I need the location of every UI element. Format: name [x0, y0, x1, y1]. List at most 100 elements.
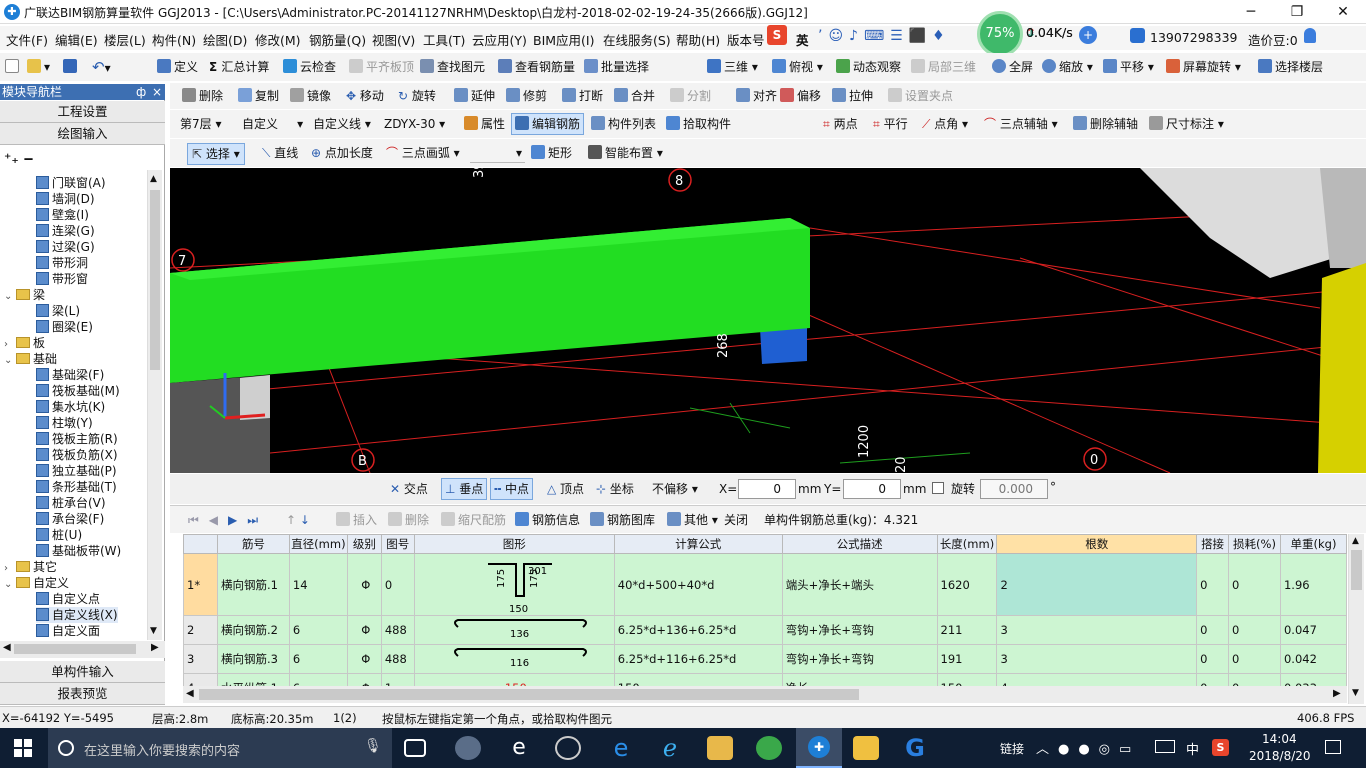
- snap-coordinate-toggle[interactable]: ⊹ 坐标: [596, 480, 634, 498]
- tree-item[interactable]: › 其它: [4, 559, 57, 575]
- point-length-button[interactable]: ⊕ 点加长度: [311, 144, 373, 162]
- tree-item[interactable]: 连梁(G): [36, 223, 95, 239]
- single-component-input-button[interactable]: 单构件输入: [0, 661, 165, 683]
- file-explorer-icon[interactable]: [707, 736, 733, 760]
- cell-figure-no[interactable]: 488: [380, 644, 415, 674]
- ggj-app-taskbar-button[interactable]: ✚: [796, 728, 842, 768]
- collapse-chevron-icon[interactable]: ⌄: [4, 289, 16, 305]
- rotate-button[interactable]: ↻ 旋转: [398, 87, 436, 105]
- cell-formula[interactable]: 6.25*d+116+6.25*d: [613, 644, 783, 674]
- 3d-viewport[interactable]: 39 8 7 268 1200 B 0 20: [170, 168, 1366, 473]
- undo-icon[interactable]: ↶▾: [92, 58, 111, 77]
- cell-description[interactable]: 弯钩+净长+弯钩: [781, 615, 938, 645]
- cell-unit-weight[interactable]: 1.96: [1279, 553, 1347, 616]
- cell-length[interactable]: 1620: [936, 553, 998, 616]
- delete-axis-button[interactable]: 删除辅轴: [1073, 115, 1138, 133]
- menu-rebar[interactable]: 钢筋量(Q): [309, 30, 366, 49]
- cell-diameter[interactable]: 6: [288, 673, 348, 686]
- notes-app-icon[interactable]: [853, 736, 879, 760]
- cell-diameter[interactable]: 6: [288, 615, 348, 645]
- menu-bim[interactable]: BIM应用(I): [533, 30, 595, 49]
- col-header-loss[interactable]: 损耗(%): [1228, 534, 1281, 554]
- system-tray-icons[interactable]: ︿●●◎▭: [1036, 738, 1140, 757]
- tree-item[interactable]: ⌄ 基础: [4, 351, 57, 367]
- beam-element[interactable]: [170, 218, 810, 383]
- define-button[interactable]: 定义: [157, 58, 198, 76]
- snap-vertex-toggle[interactable]: △ 顶点: [547, 480, 584, 498]
- panel-close-icon[interactable]: ×: [152, 84, 162, 100]
- row-number[interactable]: 3: [183, 644, 218, 674]
- menu-help[interactable]: 帮助(H): [676, 30, 720, 49]
- cell-shape[interactable]: 175 175 301 150: [413, 553, 615, 616]
- tree-item[interactable]: 柱墩(Y): [36, 415, 93, 431]
- set-grip-button[interactable]: 设置夹点: [888, 87, 953, 105]
- collapse-chevron-icon[interactable]: ⌄: [4, 353, 16, 369]
- tree-scrollbar[interactable]: ▲ ▼: [147, 170, 162, 640]
- tree-item[interactable]: 桩承台(V): [36, 495, 106, 511]
- table-row[interactable]: 2 横向钢筋.2 6 Φ 488 136 6.25*d+136+6.25*d 弯…: [183, 615, 1347, 645]
- cell-length[interactable]: 150: [936, 673, 998, 686]
- notification-bell-icon[interactable]: [1304, 28, 1316, 43]
- stretch-button[interactable]: 拉伸: [832, 87, 873, 105]
- table-row[interactable]: 4 水平纵筋.1 6 Φ 1 150 150 净长 150 4 0 0 0.03…: [183, 673, 1347, 686]
- menu-floor[interactable]: 楼层(L): [104, 30, 146, 49]
- col-header-length[interactable]: 长度(mm): [936, 534, 998, 554]
- col-header-formula[interactable]: 计算公式: [613, 534, 783, 554]
- expand-collapse-icon[interactable]: ⁺₊ ‒: [4, 151, 33, 167]
- cell-formula[interactable]: 6.25*d+136+6.25*d: [613, 615, 783, 645]
- local-3d-button[interactable]: 局部三维: [911, 58, 976, 76]
- tree-item[interactable]: 条形基础(T): [36, 479, 117, 495]
- clock-date[interactable]: 2018/8/20: [1249, 749, 1311, 763]
- tree-item[interactable]: 桩(U): [36, 527, 82, 543]
- cell-count[interactable]: 4: [996, 673, 1198, 686]
- select-tool-button[interactable]: ⇱ 选择 ▾: [187, 143, 245, 165]
- move-row-icons[interactable]: ↑ ↓: [286, 511, 310, 529]
- extend-button[interactable]: 延伸: [454, 87, 495, 105]
- cell-loss[interactable]: 0: [1228, 615, 1281, 645]
- cell-loss[interactable]: 0: [1228, 644, 1281, 674]
- cell-length[interactable]: 191: [936, 644, 998, 674]
- cell-grade[interactable]: Φ: [346, 673, 382, 686]
- tree-item[interactable]: › 板: [4, 335, 45, 351]
- tree-scroll-thumb[interactable]: [150, 190, 160, 370]
- cell-unit-weight[interactable]: 0.047: [1279, 615, 1347, 645]
- edit-rebar-button[interactable]: 编辑钢筋: [511, 113, 585, 135]
- cell-bar-no[interactable]: 水平纵筋.1: [216, 673, 290, 686]
- cell-lap[interactable]: 0: [1196, 553, 1230, 616]
- menu-modify[interactable]: 修改(M): [255, 30, 301, 49]
- zoom-button[interactable]: 缩放 ▾: [1042, 58, 1093, 76]
- price-bean[interactable]: 造价豆:0: [1248, 30, 1298, 49]
- snap-intersection-toggle[interactable]: ✕ 交点: [390, 480, 428, 498]
- col-header-diameter[interactable]: 直径(mm): [288, 534, 348, 554]
- cell-shape[interactable]: 150: [413, 673, 615, 686]
- sogou-ime-icon[interactable]: S: [767, 25, 787, 45]
- mirror-button[interactable]: 镜像: [290, 87, 331, 105]
- cell-count[interactable]: 2: [996, 553, 1198, 616]
- y-coord-input[interactable]: 0: [843, 479, 901, 499]
- cell-shape[interactable]: 116: [413, 644, 615, 674]
- tree-item[interactable]: 圈梁(E): [36, 319, 93, 335]
- break-button[interactable]: 打断: [562, 87, 603, 105]
- rotate-angle-input[interactable]: 0.000: [980, 479, 1048, 499]
- col-header-grade[interactable]: 级别: [346, 534, 382, 554]
- sogou-tray-icon[interactable]: S: [1212, 739, 1229, 756]
- menu-edit[interactable]: 编辑(E): [55, 30, 98, 49]
- pin-icon[interactable]: ф: [136, 84, 146, 100]
- cell-lap[interactable]: 0: [1196, 615, 1230, 645]
- yellow-column[interactable]: [1318, 263, 1366, 473]
- menu-file[interactable]: 文件(F): [6, 30, 48, 49]
- pan-button[interactable]: 平移 ▾: [1103, 58, 1154, 76]
- rebar-info-button[interactable]: 钢筋信息: [515, 511, 580, 529]
- line-tool-button[interactable]: ⟍ 直线: [262, 144, 298, 162]
- taskbar-app-icon[interactable]: [455, 736, 481, 760]
- account-phone[interactable]: 13907298339: [1150, 30, 1237, 45]
- component-type-select[interactable]: 自定义 ▾: [242, 115, 303, 133]
- record-nav-icons[interactable]: ⏮◀▶⏭: [188, 511, 268, 529]
- scale-rebar-button[interactable]: 缩尺配筋: [441, 511, 506, 529]
- tree-item[interactable]: ⌄ 自定义: [4, 575, 69, 591]
- input-language[interactable]: 中: [1186, 739, 1199, 758]
- cell-formula[interactable]: 150: [613, 673, 783, 686]
- maximize-button[interactable]: ❐: [1274, 0, 1320, 24]
- cell-bar-no[interactable]: 横向钢筋.3: [216, 644, 290, 674]
- orbit-button[interactable]: 动态观察: [836, 58, 901, 76]
